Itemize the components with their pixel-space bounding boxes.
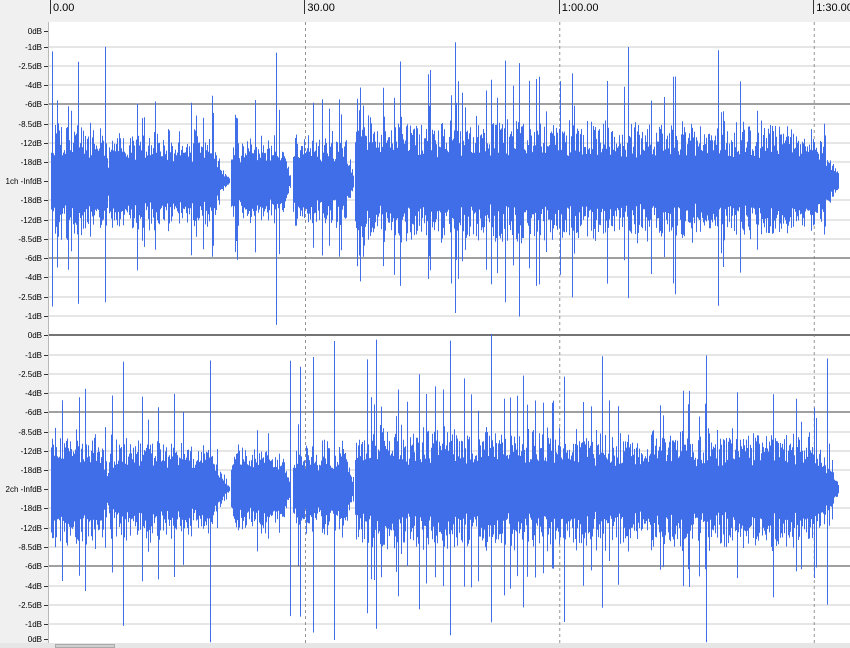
db-tick [44,451,48,452]
timeline-ruler[interactable]: 0.00 30.00 1:00.00 1:30.00 [0,0,850,23]
db-tick [44,412,48,413]
timeline-label: 30.00 [307,2,335,14]
db-tick [44,586,48,587]
db-tick [44,200,48,201]
db-label: -18dB [20,196,42,205]
db-label: -4dB [25,273,42,282]
timeline-tick [813,0,815,14]
db-label: -8.5dB [18,543,42,552]
db-tick [44,605,48,606]
db-tick [44,374,48,375]
db-label: -2.5dB [18,62,42,71]
db-label: -4dB [25,81,42,90]
db-label: -6dB [25,254,42,263]
db-tick [44,104,48,105]
waveform-channel-1[interactable] [51,42,839,325]
db-label: -18dB [20,158,42,167]
db-label: -1dB [25,43,42,52]
db-label: -12dB [20,524,42,533]
waveform-area[interactable] [49,22,850,648]
waveform-channel-2[interactable] [51,333,839,643]
db-tick [44,489,48,490]
timeline-label: 1:00.00 [561,2,599,14]
db-label: 0dB [27,331,42,340]
db-label: -4dB [25,389,42,398]
db-tick [44,220,48,221]
db-tick [44,47,48,48]
db-tick [44,508,48,509]
db-tick [44,316,48,317]
db-label: -2.5dB [18,601,42,610]
timeline-label: 1:30.00 [816,2,850,14]
db-tick [44,393,48,394]
db-label: 0dB [27,27,42,36]
waveform-svg[interactable] [49,22,850,648]
db-tick [44,258,48,259]
db-tick [44,124,48,125]
db-tick [44,277,48,278]
db-label: -6dB [25,100,42,109]
db-label: -8.5dB [18,428,42,437]
scrollbar-thumb[interactable] [55,644,115,648]
db-label: -12dB [20,139,42,148]
db-label: 1ch -InfdB [5,177,42,186]
db-tick [44,181,48,182]
db-tick [44,547,48,548]
db-label: -1dB [25,312,42,321]
db-label: -18dB [20,466,42,475]
db-tick [44,624,48,625]
db-tick [44,66,48,67]
db-label: -2.5dB [18,370,42,379]
db-label: -2.5dB [18,293,42,302]
db-tick [44,239,48,240]
db-label: -1dB [25,620,42,629]
db-tick [44,297,48,298]
db-label: -6dB [25,562,42,571]
timeline-tick [304,0,306,14]
db-label: -12dB [20,447,42,456]
db-label: -8.5dB [18,235,42,244]
db-label: 2ch -InfdB [5,485,42,494]
db-tick [44,85,48,86]
db-label: -4dB [25,582,42,591]
db-label: -8.5dB [18,120,42,129]
db-label: -12dB [20,216,42,225]
db-tick [44,470,48,471]
db-tick [44,432,48,433]
db-tick [44,31,48,32]
db-tick [44,335,48,336]
db-tick [44,162,48,163]
db-tick [44,355,48,356]
db-tick [44,639,48,640]
db-tick [44,528,48,529]
db-scale: 0dB -1dB -2.5dB -4dB -6dB -8.5dB -12dB -18dB 1ch… [0,22,49,648]
db-tick [44,143,48,144]
horizontal-scrollbar[interactable] [0,643,850,648]
timeline-tick [558,0,560,14]
db-label: -18dB [20,504,42,513]
timeline-label: 0.00 [53,2,75,14]
db-label: -6dB [25,408,42,417]
db-tick [44,566,48,567]
timeline-tick [50,0,51,14]
db-label: -1dB [25,351,42,360]
